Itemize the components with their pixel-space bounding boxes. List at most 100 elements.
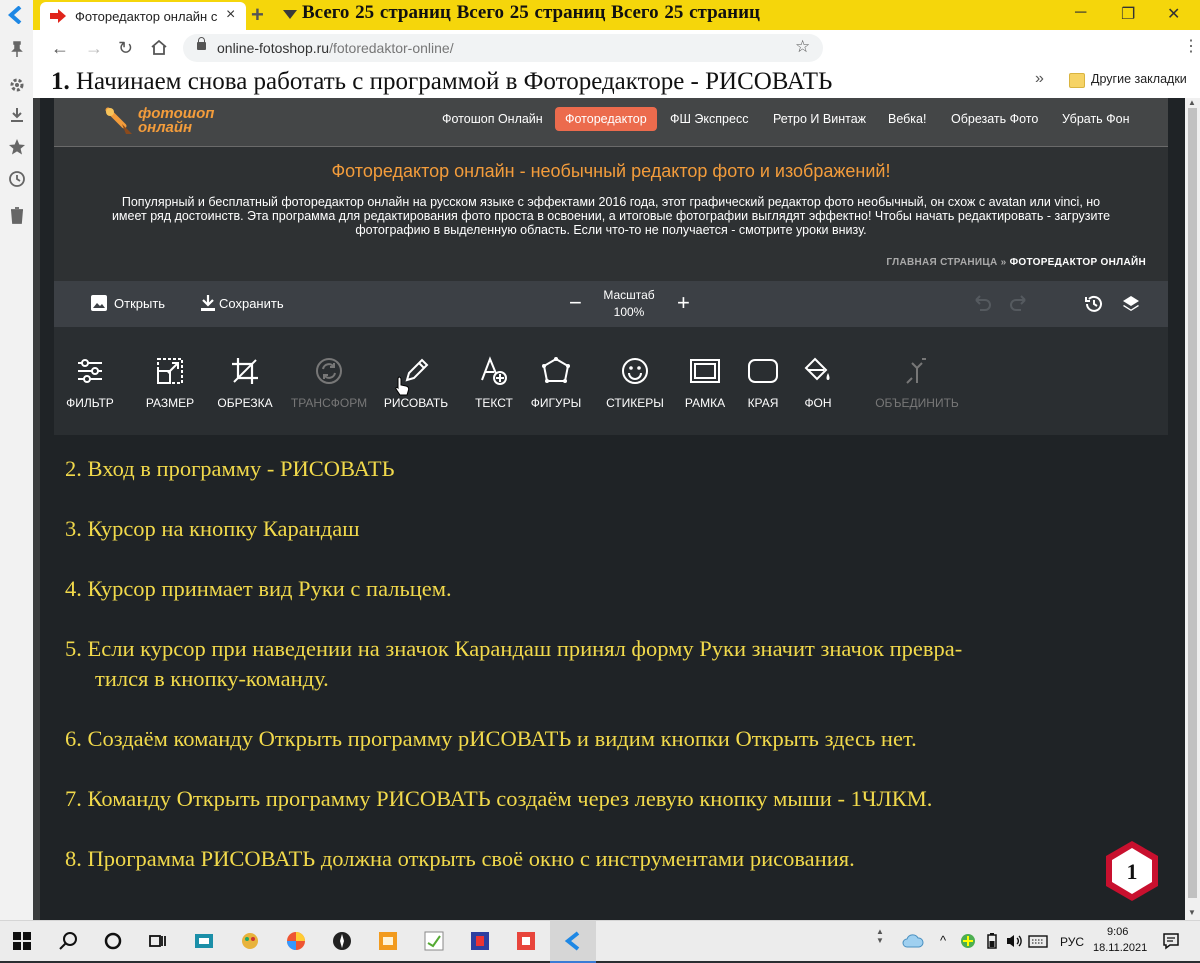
- home-icon[interactable]: [150, 39, 168, 56]
- tray-scroll-icon[interactable]: ▲ ▼: [876, 927, 884, 945]
- windows-start-icon[interactable]: [12, 931, 32, 951]
- other-bookmarks-link[interactable]: Другие закладки: [1091, 72, 1187, 86]
- zoom-out-button[interactable]: −: [569, 290, 582, 316]
- page-number-badge: 1: [1106, 841, 1158, 901]
- nav-retro-vintage[interactable]: Ретро И Винтаж: [773, 112, 866, 126]
- tray-green-icon[interactable]: [960, 933, 976, 949]
- intro-section: Фоторедактор онлайн - необычный редактор…: [54, 147, 1168, 281]
- app-paint-icon[interactable]: [240, 931, 260, 951]
- note-item: 3. Курсор на кнопку Карандаш: [65, 516, 360, 541]
- app-teal-icon[interactable]: [194, 931, 214, 951]
- scrollbar-thumb[interactable]: [1188, 108, 1197, 898]
- breadcrumb-home[interactable]: ГЛАВНАЯ СТРАНИЦА: [886, 257, 997, 268]
- history-icon[interactable]: [1084, 294, 1104, 314]
- layers-icon[interactable]: [1121, 294, 1141, 314]
- url-field[interactable]: online-fotoshop.ru/fotoredaktor-online/ …: [183, 34, 823, 62]
- tray-chevron-up-icon[interactable]: ^: [940, 933, 946, 948]
- close-window-icon[interactable]: ✕: [1167, 4, 1180, 24]
- weather-cloud-icon[interactable]: [902, 933, 924, 949]
- smiley-icon: [622, 358, 648, 384]
- app-compass-icon[interactable]: [332, 931, 352, 951]
- volume-icon[interactable]: [1005, 933, 1023, 949]
- gear-icon[interactable]: [8, 76, 26, 94]
- app-orange-icon[interactable]: [378, 931, 398, 951]
- nav-fotoshop-online[interactable]: Фотошоп Онлайн: [442, 112, 543, 126]
- image-icon[interactable]: [90, 294, 108, 312]
- sliders-icon: [78, 359, 102, 383]
- tab-title: Фоторедактор онлайн с: [75, 9, 218, 24]
- keyboard-icon[interactable]: [1028, 933, 1048, 949]
- site-logo-text[interactable]: фотошоп онлайн: [138, 106, 214, 136]
- note-item: 6. Создаём команду Открыть программу рИС…: [65, 726, 917, 751]
- app-red-icon[interactable]: [516, 931, 536, 951]
- merge-icon: [906, 358, 926, 384]
- dropdown-triangle-icon[interactable]: [283, 10, 297, 19]
- intro-text: Популярный и бесплатный фоторедактор онл…: [111, 195, 1111, 237]
- download-icon[interactable]: [200, 294, 216, 312]
- history-icon[interactable]: [8, 170, 26, 188]
- tool-merge[interactable]: ОБЪЕДИНИТЬ: [872, 356, 962, 410]
- bookmark-star-icon[interactable]: ☆: [795, 37, 810, 57]
- trash-icon[interactable]: [8, 206, 26, 224]
- yandex-logo-icon[interactable]: [0, 0, 33, 30]
- forward-arrow-icon[interactable]: →: [85, 38, 103, 59]
- clock-time[interactable]: 9:06: [1107, 926, 1128, 938]
- task-view-icon[interactable]: [148, 931, 168, 951]
- nav-remove-bg[interactable]: Убрать Фон: [1062, 112, 1130, 126]
- nav-fotoredaktor[interactable]: Фоторедактор: [555, 107, 657, 131]
- scrollbar[interactable]: ▲ ▼: [1185, 98, 1200, 920]
- redo-icon[interactable]: [1009, 295, 1029, 311]
- resize-icon: [157, 358, 183, 384]
- tab-close-icon[interactable]: ×: [226, 6, 235, 24]
- browser-tab[interactable]: Фоторедактор онлайн с ×: [40, 2, 246, 30]
- language-indicator[interactable]: РУС: [1060, 935, 1084, 949]
- save-button[interactable]: Сохранить: [219, 296, 284, 311]
- restore-icon[interactable]: ❐: [1121, 4, 1135, 24]
- transform-icon: [316, 358, 342, 384]
- cortana-icon[interactable]: [103, 931, 123, 951]
- tool-label: ОБЪЕДИНИТЬ: [875, 396, 959, 410]
- bookmarks-chevron[interactable]: »: [1035, 70, 1044, 88]
- new-tab-button[interactable]: +: [251, 2, 264, 28]
- yandex-browser-icon: [564, 931, 580, 951]
- logo-line-2: онлайн: [138, 119, 193, 136]
- menu-dots-icon[interactable]: ⋮: [1183, 36, 1199, 56]
- tool-draw[interactable]: РИСОВАТЬ: [371, 356, 461, 410]
- battery-icon[interactable]: [984, 933, 1000, 949]
- undo-icon[interactable]: [972, 295, 992, 311]
- brush-logo-icon[interactable]: [104, 106, 136, 136]
- app-notes-icon[interactable]: [424, 931, 444, 951]
- nav-crop-photo[interactable]: Обрезать Фото: [951, 112, 1038, 126]
- scroll-up-icon[interactable]: ▲: [1188, 98, 1196, 107]
- app-blue-icon[interactable]: [470, 931, 490, 951]
- zoom-indicator: Масштаб 100%: [599, 287, 659, 321]
- clock-date[interactable]: 18.11.2021: [1093, 942, 1147, 954]
- open-button[interactable]: Открыть: [114, 296, 165, 311]
- pin-icon[interactable]: [8, 40, 26, 58]
- zoom-value: 100%: [613, 305, 645, 319]
- paint-bucket-icon: [804, 357, 830, 381]
- text-icon: [481, 356, 507, 385]
- nav-fsh-express[interactable]: ФШ Экспресс: [670, 112, 748, 126]
- download-icon[interactable]: [8, 106, 26, 124]
- tool-filter[interactable]: ФИЛЬТР: [45, 356, 135, 410]
- windows-taskbar: ▲ ▼ ^ РУС 9:06 18.11.2021: [0, 920, 1200, 963]
- app-color-ball-icon[interactable]: [286, 931, 306, 951]
- nav-webcam[interactable]: Вебка!: [888, 112, 926, 126]
- tool-transform[interactable]: ТРАНСФОРМ: [284, 356, 374, 410]
- reload-icon[interactable]: ↻: [118, 38, 133, 59]
- notifications-icon[interactable]: [1162, 932, 1180, 950]
- minimize-icon[interactable]: ─: [1075, 4, 1086, 22]
- zoom-in-button[interactable]: +: [677, 290, 690, 316]
- tool-crop[interactable]: ОБРЕЗКА: [200, 356, 290, 410]
- pages-banner: Всего 25 страниц Всего 25 страниц Всего …: [302, 2, 760, 23]
- active-browser-task[interactable]: [550, 921, 596, 963]
- search-icon[interactable]: [58, 931, 78, 951]
- editor-tools-panel: ФИЛЬТР РАЗМЕР ОБРЕЗКА ТРАНСФОРМ РИСОВАТЬ…: [54, 327, 1168, 435]
- tool-background[interactable]: ФОН: [773, 356, 863, 410]
- note-item: 7. Команду Открыть программу РИСОВАТЬ со…: [65, 786, 933, 811]
- back-arrow-icon[interactable]: ←: [51, 38, 69, 59]
- star-icon[interactable]: [8, 138, 26, 156]
- scroll-down-icon[interactable]: ▼: [1188, 908, 1196, 917]
- tool-shapes[interactable]: ФИГУРЫ: [511, 356, 601, 410]
